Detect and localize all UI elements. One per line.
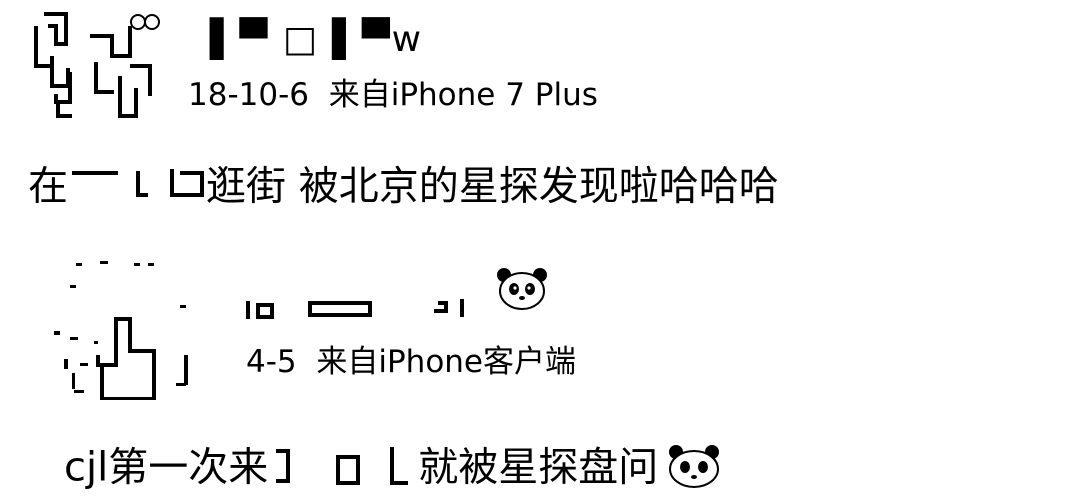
redacted-text bbox=[68, 165, 206, 212]
post-text-start: 在 bbox=[28, 163, 68, 210]
panda-face-icon bbox=[496, 267, 548, 318]
post-meta: 18-10-6 来自iPhone 7 Plus bbox=[188, 80, 598, 111]
post-meta: 4-5 来自iPhone客户端 bbox=[246, 347, 576, 378]
avatar-image bbox=[54, 261, 188, 401]
avatar[interactable] bbox=[30, 6, 160, 121]
post-source[interactable]: 来自iPhone客户端 bbox=[316, 344, 576, 380]
post-timestamp: 4-5 bbox=[246, 344, 297, 380]
redacted-text bbox=[268, 443, 418, 496]
author-name[interactable]: ▌▀ □ ▌▀w bbox=[210, 22, 423, 58]
post-timestamp: 18-10-6 bbox=[188, 77, 309, 113]
post-text-end: 逛街 被北京的星探发现啦哈哈哈 bbox=[206, 163, 779, 210]
post-text-start: cjl第一次来 bbox=[64, 444, 269, 491]
post-source[interactable]: 来自iPhone 7 Plus bbox=[329, 77, 598, 113]
post-text-end: 就被星探盘问 bbox=[418, 444, 659, 491]
post-content: cjl第一次来 就被星探盘问 bbox=[64, 443, 722, 496]
avatar[interactable] bbox=[50, 255, 200, 401]
post-1: ▌▀ □ ▌▀w 18-10-6 来自iPhone 7 Plus 在 逛街 被北京… bbox=[0, 0, 1080, 240]
post-2: 4-5 来自iPhone客户端 cjl第一次来 就被星探盘问 bbox=[0, 245, 1080, 503]
post-content: 在 逛街 被北京的星探发现啦哈哈哈 bbox=[28, 165, 779, 212]
avatar-image bbox=[34, 12, 160, 118]
author-name[interactable] bbox=[244, 268, 554, 321]
panda-face-icon bbox=[666, 443, 722, 496]
